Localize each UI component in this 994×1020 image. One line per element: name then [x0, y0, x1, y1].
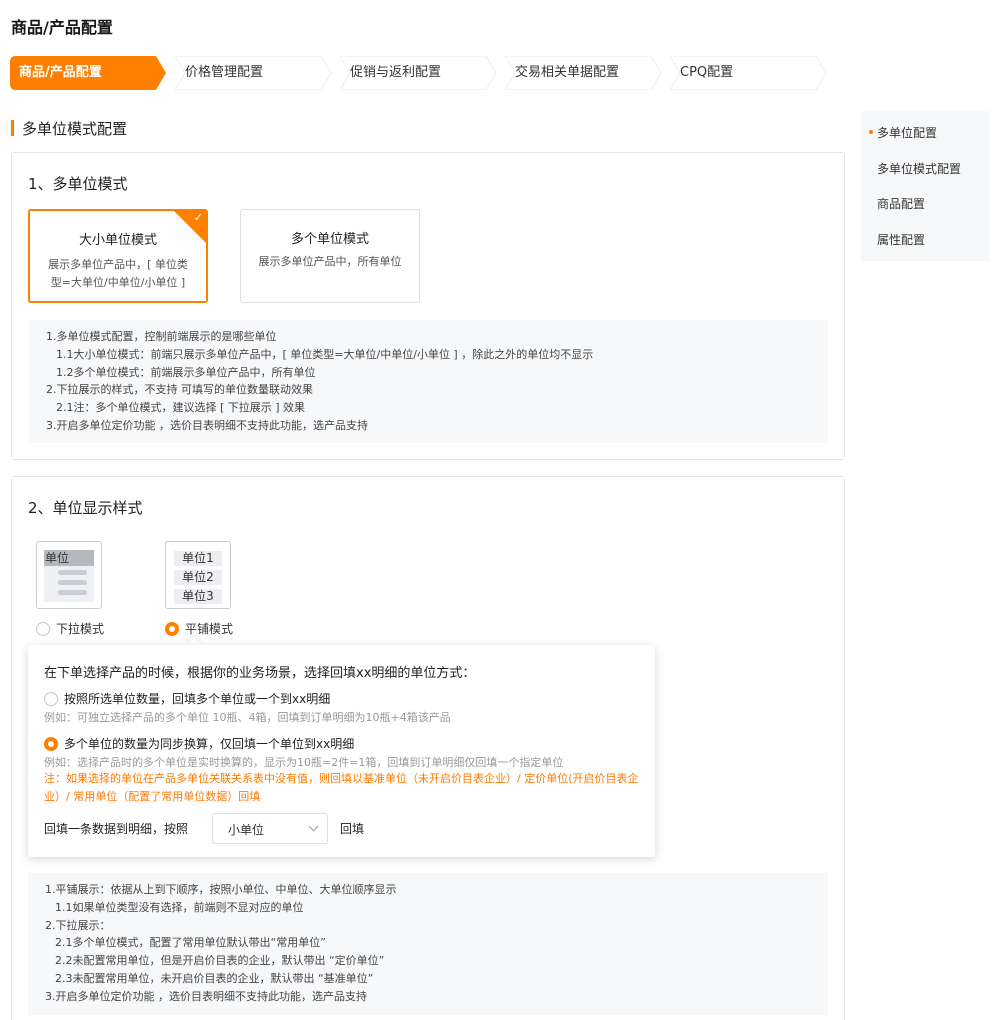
checkmark-icon: ✓	[193, 211, 203, 224]
card-title: 1、多单位模式	[28, 175, 128, 193]
thumb-unit-1: 单位1	[174, 551, 222, 566]
step-label: 商品/产品配置	[19, 65, 102, 80]
option-label: 多个单位的数量为同步换算，仅回填一个单位到xx明细	[64, 737, 355, 751]
note-line: 2.下拉展示的样式，不支持 可填写的单位数量联动效果	[46, 383, 313, 397]
step-tab-price[interactable]: 价格管理配置	[175, 56, 333, 90]
mode-option-large-small[interactable]: ✓ 大小单位模式 展示多单位产品中，[ 单位类 型=大单位/中单位/小单位 ]	[28, 209, 208, 303]
dropdown-style-thumbnail[interactable]: 单位	[36, 541, 102, 609]
note-line: 1.1如果单位类型没有选择，前端则不显对应的单位	[55, 900, 304, 914]
note-line: 2.3未配置常用单位，未开启价目表的企业，默认带出 “基准单位”	[55, 971, 374, 985]
fill-warning: 注：如果选择的单位在产品多单位关联关系表中没有值，则回填以基准单位（未开启价目表…	[44, 772, 639, 803]
note-line: 1.2多个单位模式：前端展示多单位产品中，所有单位	[56, 365, 316, 379]
step-tab-promotion[interactable]: 促销与返利配置	[340, 56, 498, 90]
radio-label: 下拉模式	[56, 622, 105, 636]
thumb-line	[58, 570, 87, 575]
note-line: 2.1注：多个单位模式，建议选择 [ 下拉展示 ] 效果	[56, 401, 306, 415]
radio-circle[interactable]	[44, 691, 58, 706]
radio-circle[interactable]	[165, 621, 179, 636]
fill-unit-select[interactable]: 小单位	[212, 813, 328, 844]
mode-desc-line: 展示多单位产品中，[ 单位类	[48, 258, 188, 271]
note-line: 1.1大小单位模式：前端只展示多单位产品中，[ 单位类型=大单位/中单位/小单位…	[56, 347, 594, 361]
fill-option-single[interactable]: 多个单位的数量为同步换算，仅回填一个单位到xx明细	[44, 735, 354, 752]
note-line: 2.2未配置常用单位，但是开启价目表的企业，默认带出 “定价单位”	[55, 954, 385, 968]
radio-label: 平铺模式	[185, 622, 234, 636]
note-line: 3.开启多单位定价功能 ，选价目表明细不支持此功能，选产品支持	[45, 989, 367, 1003]
mode-desc: 展示多单位产品中，[ 单位类 型=大单位/中单位/小单位 ]	[30, 256, 206, 292]
note-line: 1.多单位模式配置，控制前端展示的是哪些单位	[46, 330, 277, 343]
section-accent-bar	[11, 120, 14, 136]
step-label: CPQ配置	[680, 65, 734, 80]
anchor-item-multi-unit-mode[interactable]: 多单位模式配置	[877, 160, 961, 177]
thumb-unit-2: 单位2	[174, 570, 222, 585]
option-example: 例如：可独立选择产品的多个单位 10瓶、4箱，回填到订单明细为10瓶+4箱该产品	[44, 711, 451, 724]
mode-notes: 1.多单位模式配置，控制前端展示的是哪些单位 1.1大小单位模式：前端只展示多单…	[29, 320, 828, 443]
popover-question: 在下单选择产品的时候，根据你的业务场景，选择回填xx明细的单位方式：	[44, 666, 476, 681]
note-line: 2.1多个单位模式，配置了常用单位默认带出“常用单位”	[55, 936, 326, 950]
note-line: 1.平铺展示：依据从上到下顺序，按照小单位、中单位、大单位顺序显示	[45, 883, 397, 896]
anchor-nav: 多单位配置 多单位模式配置 商品配置 属性配置	[861, 111, 989, 261]
card-title: 2、单位显示样式	[28, 499, 143, 517]
mode-desc-line: 展示多单位产品中，所有单位	[258, 255, 402, 268]
select-value: 小单位	[228, 823, 265, 837]
mode-title: 多个单位模式	[290, 232, 369, 247]
mode-desc: 展示多单位产品中，所有单位	[241, 253, 419, 271]
section-header: 多单位模式配置	[11, 119, 128, 138]
fill-option-multiple[interactable]: 按照所选单位数量，回填多个单位或一个到xx明细	[44, 690, 330, 707]
thumb-line	[58, 590, 87, 595]
tile-style-thumbnail[interactable]: 单位1 单位2 单位3	[165, 541, 231, 609]
chevron-down-icon	[308, 821, 319, 832]
step-label: 价格管理配置	[185, 65, 264, 80]
option-example: 例如：选择产品时的多个单位是实时换算的，显示为10瓶=2件=1箱，回填到订单明细…	[44, 756, 564, 769]
step-tab-cpq[interactable]: CPQ配置	[670, 56, 828, 90]
note-line: 2.下拉展示：	[45, 918, 111, 932]
option-label: 按照所选单位数量，回填多个单位或一个到xx明细	[64, 692, 331, 706]
anchor-item-multi-unit[interactable]: 多单位配置	[868, 124, 937, 141]
radio-tile-mode[interactable]: 平铺模式	[165, 620, 233, 637]
step-label: 促销与返利配置	[350, 65, 442, 80]
thumb-label: 单位	[45, 551, 70, 565]
multi-unit-mode-card: 1、多单位模式 ✓ 大小单位模式 展示多单位产品中，[ 单位类 型=大单位/中单…	[11, 152, 845, 460]
display-style-notes: 1.平铺展示：依据从上到下顺序，按照小单位、中单位、大单位顺序显示 1.1如果单…	[28, 873, 828, 1015]
note-line: 3.开启多单位定价功能 ，选价目表明细不支持此功能，选产品支持	[46, 418, 368, 432]
fill-after-label: 回填	[340, 822, 365, 836]
radio-circle[interactable]	[36, 621, 50, 636]
anchor-item-product[interactable]: 商品配置	[877, 195, 925, 212]
radio-dropdown-mode[interactable]: 下拉模式	[36, 620, 104, 637]
mode-desc-line: 型=大单位/中单位/小单位 ]	[50, 276, 186, 289]
section-title: 多单位模式配置	[22, 119, 128, 138]
page-title: 商品/产品配置	[11, 18, 113, 37]
fill-label: 回填一条数据到明细，按照	[44, 822, 189, 836]
step-tab-product[interactable]: 商品/产品配置	[10, 56, 168, 90]
anchor-item-attribute[interactable]: 属性配置	[877, 231, 925, 248]
step-label: 交易相关单据配置	[515, 65, 620, 80]
mode-option-multiple[interactable]: 多个单位模式 展示多单位产品中，所有单位	[240, 209, 420, 303]
thumb-line	[58, 580, 87, 585]
step-tab-trade[interactable]: 交易相关单据配置	[505, 56, 663, 90]
fill-back-popover: 在下单选择产品的时候，根据你的业务场景，选择回填xx明细的单位方式： 按照所选单…	[28, 645, 655, 857]
radio-circle[interactable]	[44, 736, 58, 751]
thumb-unit-3: 单位3	[174, 589, 222, 604]
